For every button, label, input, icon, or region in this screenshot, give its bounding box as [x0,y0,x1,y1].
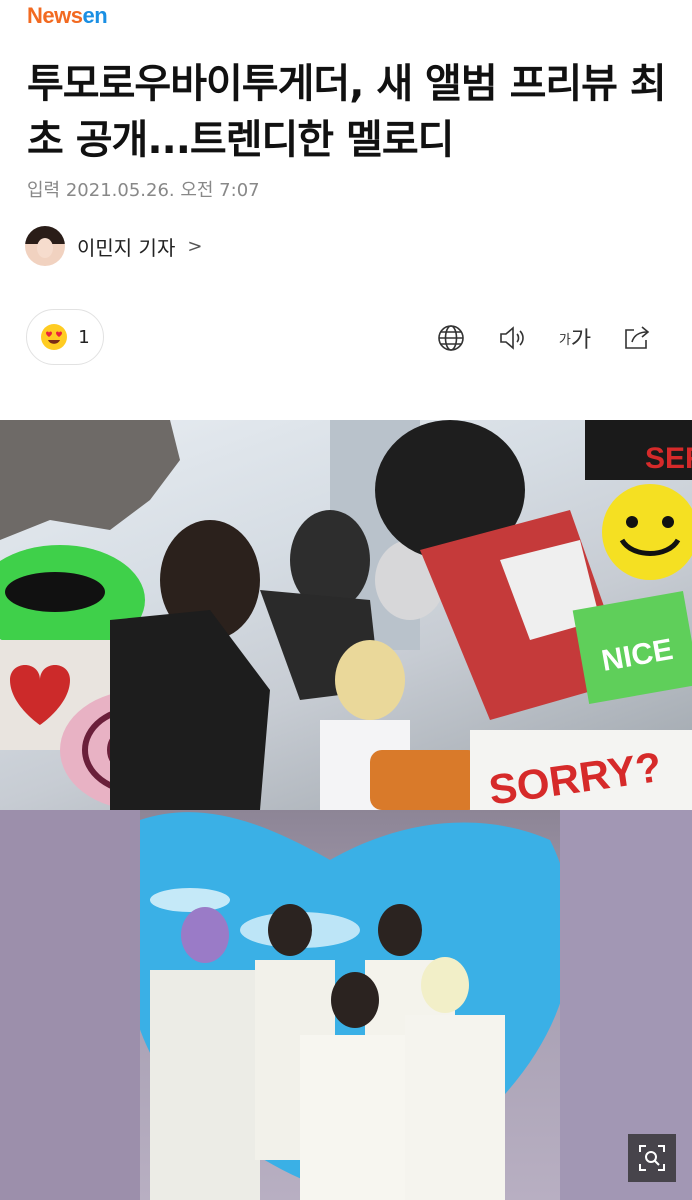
reporter-name: 이민지 기자 [77,235,176,260]
article-title: 투모로우바이투게더, 새 앨범 프리뷰 최초 공개...트렌디한 멜로디 [27,61,667,163]
speaker-icon [500,326,524,350]
newsen-logo[interactable]: Newsen [27,3,108,29]
text-to-speech-button[interactable] [482,318,544,358]
reaction-count: 1 [78,326,90,348]
reaction-button[interactable]: 1 [26,309,104,365]
zoom-search-icon [639,1145,665,1171]
font-size-small-label: 가 [558,332,571,348]
photo1-illustration: SER NICE SORRY? [0,420,692,810]
heart-eyes-emoji-icon [41,324,68,350]
font-size-button[interactable]: 가가 [544,318,606,358]
article-tools: 가가 [420,318,668,358]
article-photo-1: SER NICE SORRY? [0,420,692,810]
share-button[interactable] [606,318,668,358]
font-size-large-label: 가 [570,328,592,353]
article-photo-2 [0,810,692,1200]
reporter-link[interactable]: 이민지 기자 > [25,226,202,266]
globe-icon [438,325,464,351]
share-icon [625,326,650,349]
photo-zoom-button[interactable] [628,1134,676,1182]
sticker-ser: SER [645,442,692,475]
logo-part-news: News [27,3,83,28]
chevron-right-icon: > [187,235,203,257]
publish-date: 입력 2021.05.26. 오전 7:07 [27,180,260,201]
photo2-illustration [0,810,692,1200]
logo-part-en: en [82,3,108,28]
translate-button[interactable] [420,318,482,358]
reporter-avatar [25,226,65,266]
